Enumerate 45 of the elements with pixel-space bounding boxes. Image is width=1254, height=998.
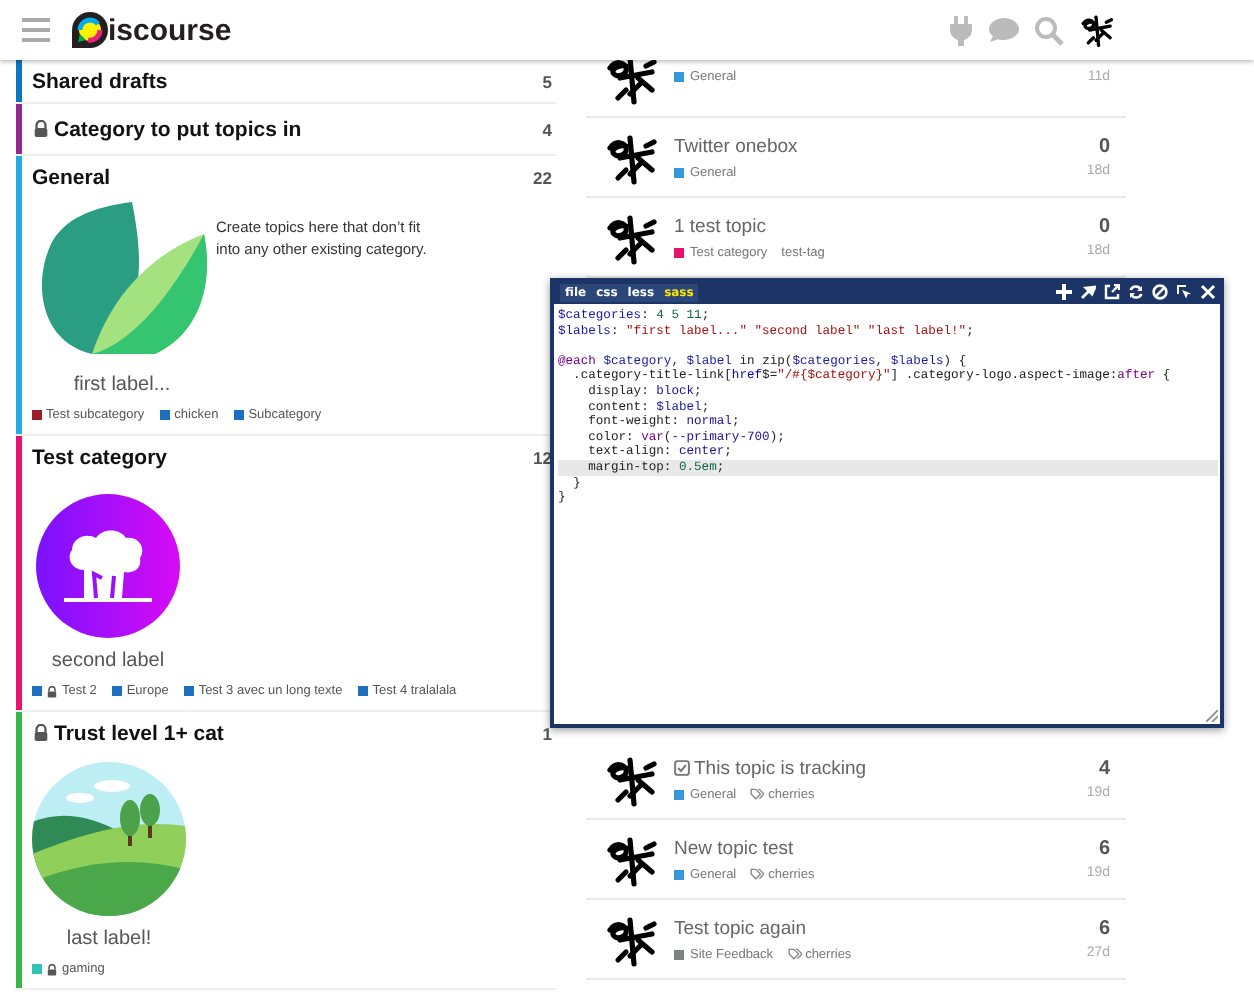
reply-count: 0: [1098, 216, 1110, 238]
logo-label: second label: [51, 650, 165, 672]
tag-icon: [787, 948, 802, 960]
topic-count: 5: [542, 71, 554, 91]
lock-icon: [46, 963, 58, 975]
category-title[interactable]: Category to put topics in: [32, 117, 302, 141]
logo-label: first label...: [73, 374, 171, 396]
popout-icon[interactable]: [1104, 284, 1120, 300]
topic-count: 4: [542, 119, 554, 139]
checkbox-icon: [674, 760, 690, 776]
speech-bubble-logo-icon[interactable]: [70, 9, 110, 51]
scribble-avatar-icon: [602, 911, 658, 967]
category-title[interactable]: Trust level 1+ cat: [32, 721, 224, 745]
topic-title[interactable]: New topic test: [674, 837, 794, 859]
refresh-icon[interactable]: [1128, 284, 1144, 300]
lock-icon: [32, 724, 50, 742]
scribble-avatar-icon: [602, 831, 658, 887]
logo-label: last label!: [66, 928, 152, 950]
plus-icon[interactable]: [1056, 284, 1072, 300]
topic-title[interactable]: This topic is tracking: [674, 757, 867, 779]
ban-icon[interactable]: [1152, 284, 1168, 300]
resize-grip-icon[interactable]: [1206, 710, 1218, 722]
topic-title[interactable]: Test topic again: [674, 917, 807, 939]
scribble-avatar-icon: [602, 60, 658, 105]
topic-count: 22: [533, 167, 554, 187]
close-icon[interactable]: [1200, 284, 1216, 300]
reply-count: 4: [1098, 758, 1110, 780]
reply-count: 6: [1098, 838, 1110, 860]
tree-circle-logo-drawing: [36, 494, 180, 638]
logo-text[interactable]: iscourse: [108, 13, 232, 47]
select-cursor-icon[interactable]: [1176, 284, 1192, 300]
topic-title[interactable]: 1 test topic: [674, 215, 766, 237]
reply-count: 0: [1098, 136, 1110, 158]
topic-title[interactable]: Twitter onebox: [674, 135, 798, 157]
category-title[interactable]: Test category: [32, 445, 167, 469]
scribble-avatar-icon: [1078, 12, 1114, 48]
tag-icon: [750, 868, 765, 880]
reply-count: 6: [1098, 918, 1110, 940]
category-title[interactable]: General: [32, 165, 111, 189]
category-title[interactable]: Shared drafts: [32, 69, 168, 93]
lock-icon: [32, 120, 50, 138]
tag-icon: [750, 788, 765, 800]
topic-count: 1: [542, 723, 554, 743]
scribble-avatar-icon: [602, 129, 658, 185]
lock-icon: [46, 685, 58, 697]
